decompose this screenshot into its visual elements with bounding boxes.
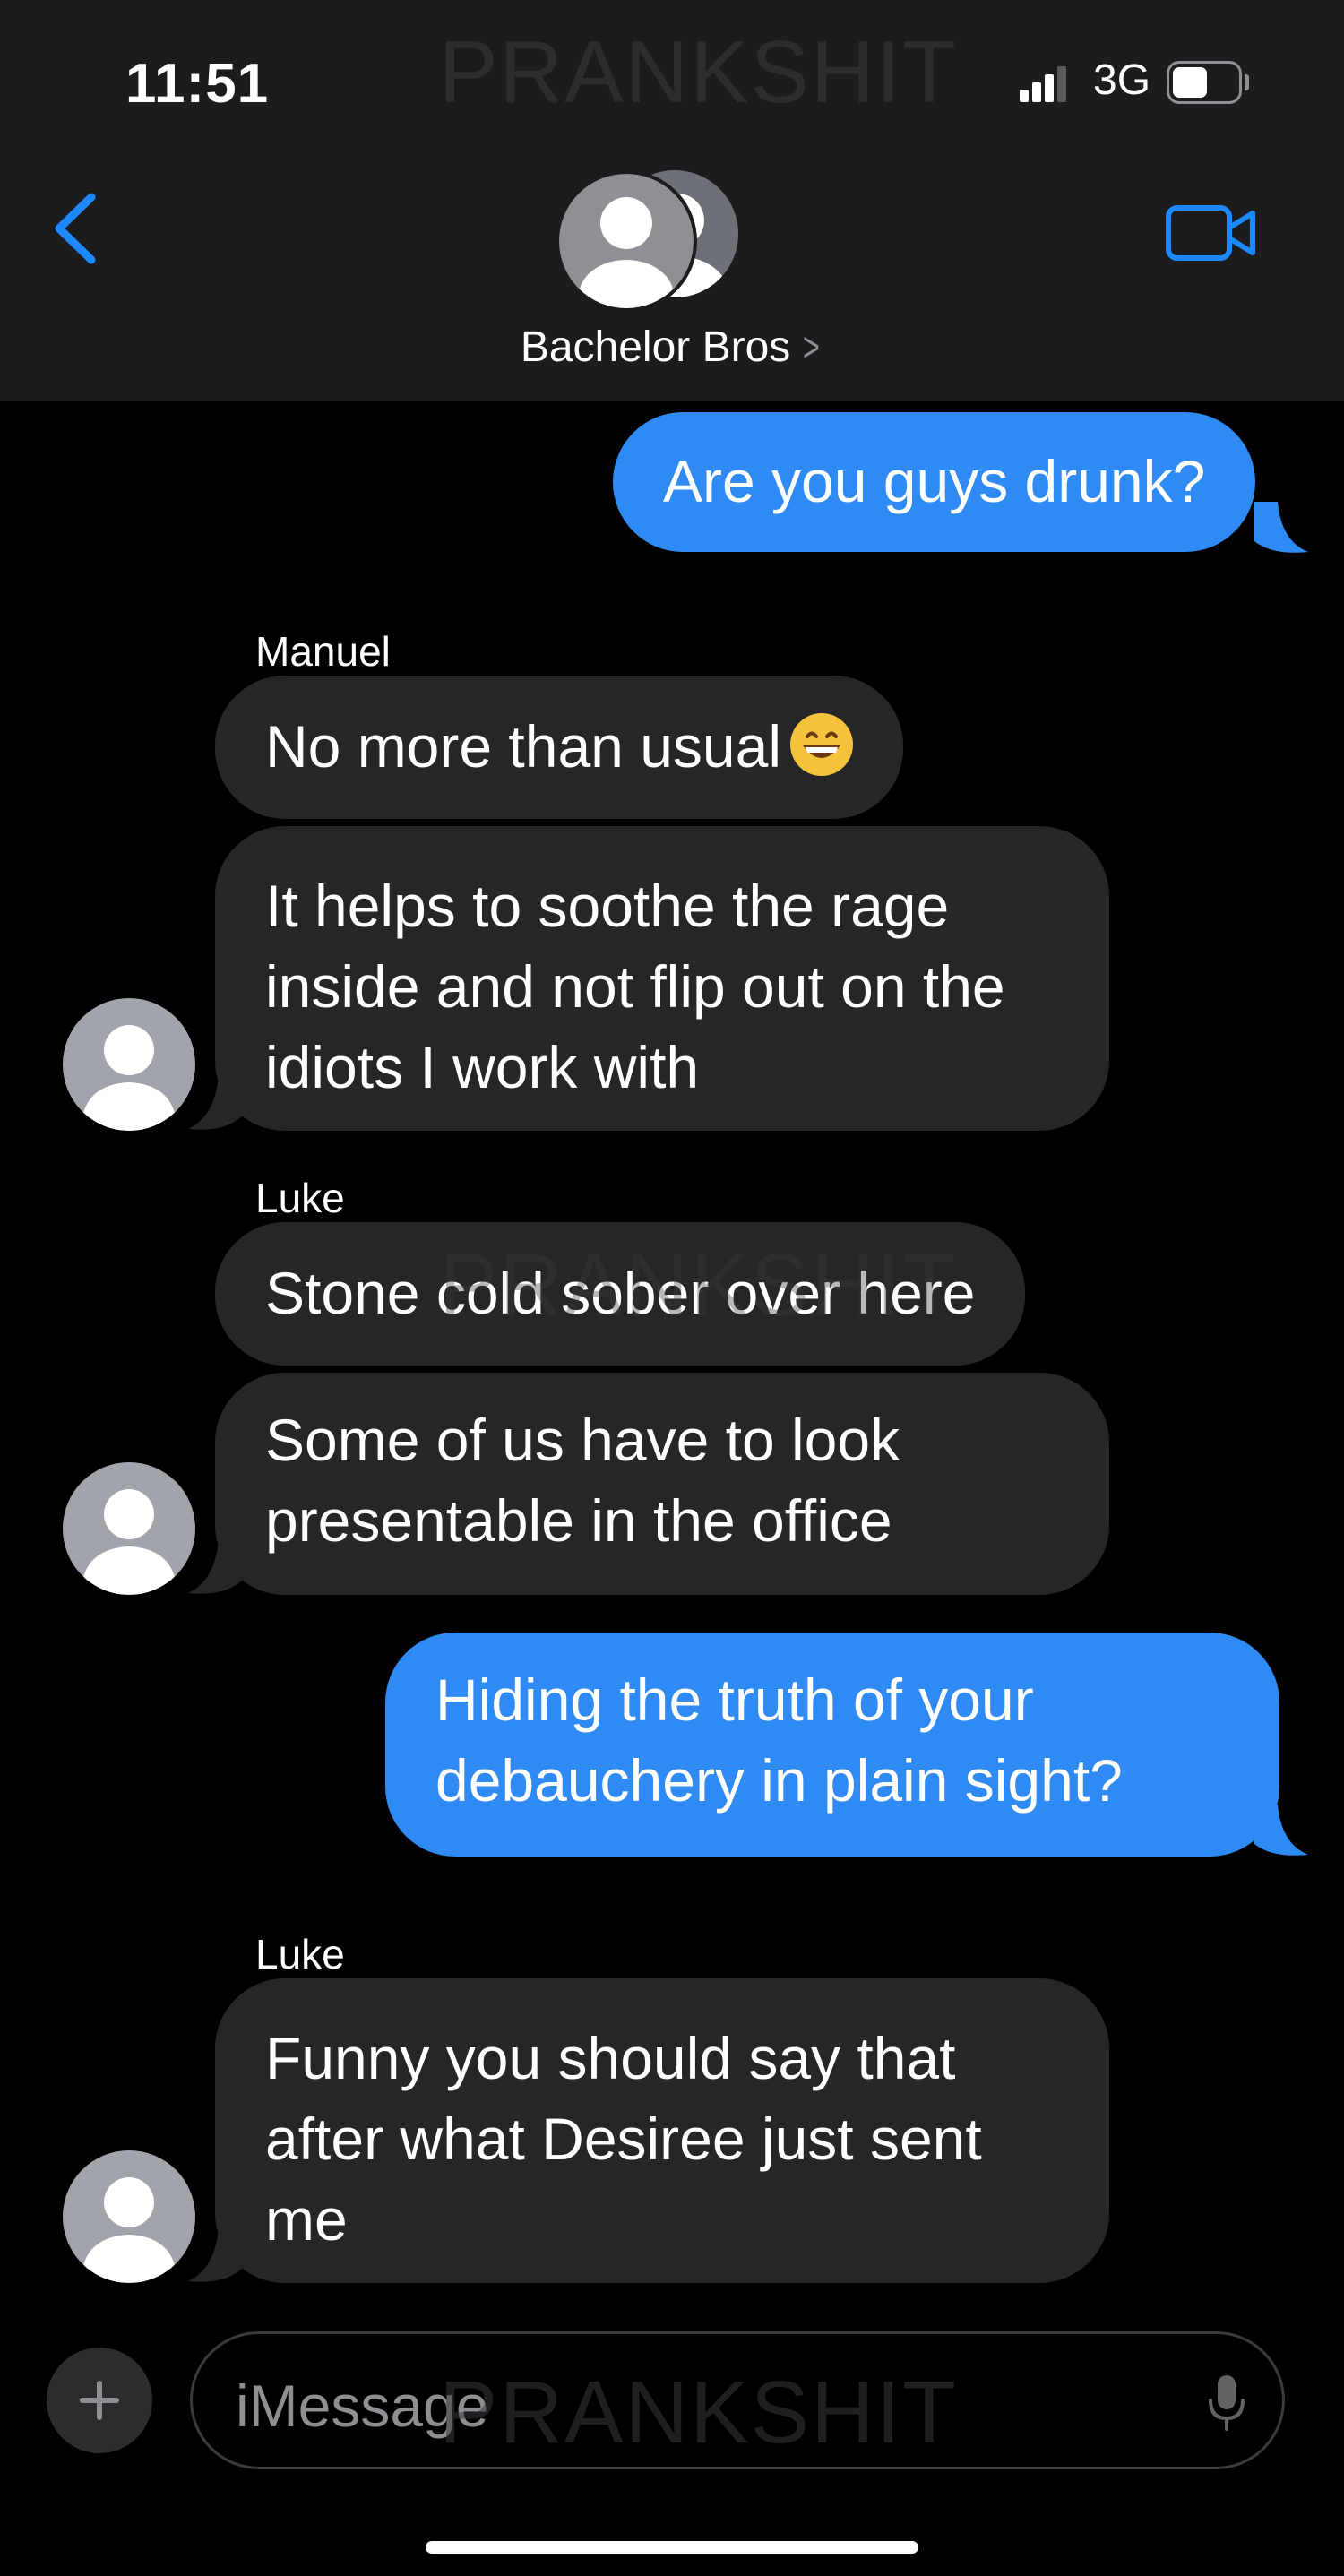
grinning-face-icon: [790, 713, 853, 776]
message-text-line: presentable in the office: [265, 1487, 892, 1554]
group-avatar-icon: [556, 170, 697, 312]
contact-avatar[interactable]: [63, 2150, 195, 2283]
messages-screen: 11:51 PRANKSHIT 3G Bachelor Bros > Are y…: [0, 0, 1344, 2576]
message-text-line: inside and not flip out on the: [265, 953, 1005, 1020]
group-name-button[interactable]: Bachelor Bros >: [0, 323, 1344, 372]
microphone-icon[interactable]: [1207, 2374, 1246, 2433]
network-type: 3G: [1093, 56, 1151, 104]
contact-avatar[interactable]: [63, 1462, 195, 1595]
message-text-line: Some of us have to look: [265, 1407, 900, 1473]
chevron-right-icon: >: [803, 323, 821, 370]
outgoing-message-bubble[interactable]: Are you guys drunk?: [613, 412, 1256, 552]
incoming-message-bubble[interactable]: Funny you should say that after what Des…: [215, 1978, 1109, 2283]
input-placeholder: iMessage: [236, 2373, 489, 2439]
cellular-signal-icon: [1020, 63, 1066, 102]
sender-name: Manuel: [255, 628, 391, 675]
watermark: PRANKSHIT: [439, 22, 958, 121]
incoming-message-bubble[interactable]: Some of us have to look presentable in t…: [215, 1373, 1109, 1595]
bubble-tail: [1254, 502, 1308, 553]
bubble-tail: [1254, 1805, 1308, 1856]
person-icon: [82, 1025, 176, 1131]
sender-name: Luke: [255, 1931, 345, 1977]
sender-name: Luke: [255, 1175, 345, 1221]
back-button[interactable]: [47, 188, 109, 269]
video-camera-icon: [1166, 205, 1255, 261]
bubble-tail: [188, 2227, 242, 2282]
message-text: Are you guys drunk?: [663, 448, 1206, 514]
message-text-line: me: [265, 2186, 348, 2253]
conversation-header: 11:51 PRANKSHIT 3G Bachelor Bros >: [0, 0, 1344, 401]
message-text-line: Hiding the truth of your: [435, 1667, 1034, 1733]
battery-icon: [1167, 61, 1249, 104]
outgoing-message-bubble[interactable]: Hiding the truth of your debauchery in p…: [385, 1633, 1279, 1857]
status-time: 11:51: [125, 53, 270, 115]
message-text: Stone cold sober over here: [265, 1260, 976, 1326]
incoming-message-bubble[interactable]: It helps to soothe the rage inside and n…: [215, 826, 1109, 1131]
message-text-line: after what Desiree just sent: [265, 2106, 982, 2172]
message-text: No more than usual: [265, 713, 781, 780]
incoming-message-bubble[interactable]: Stone cold sober over here: [215, 1222, 1026, 1366]
group-name: Bachelor Bros: [520, 323, 791, 371]
message-text-line: It helps to soothe the rage: [265, 873, 950, 939]
video-call-button[interactable]: [1165, 204, 1258, 262]
message-text-line: debauchery in plain sight?: [435, 1747, 1123, 1814]
bubble-tail: [188, 1539, 242, 1594]
contact-avatar[interactable]: [63, 998, 195, 1131]
imessage-input[interactable]: iMessage: [190, 2331, 1285, 2469]
person-icon: [82, 2177, 176, 2283]
person-icon: [82, 1489, 176, 1595]
plus-icon[interactable]: [47, 2348, 152, 2453]
back-chevron-icon: [55, 193, 96, 264]
message-text-line: Funny you should say that: [265, 2025, 956, 2091]
group-avatar[interactable]: [556, 167, 744, 312]
bubble-tail: [188, 1075, 242, 1130]
home-indicator[interactable]: [426, 2541, 918, 2554]
message-text-line: idiots I work with: [265, 1034, 700, 1100]
incoming-message-bubble[interactable]: No more than usual: [215, 676, 903, 819]
